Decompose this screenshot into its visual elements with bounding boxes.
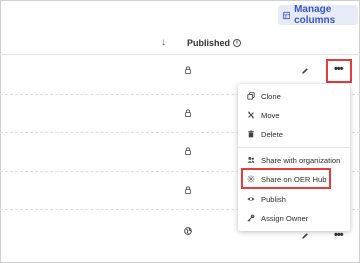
menu-item-publish[interactable]: Publish	[238, 191, 350, 207]
manage-columns-label: Manage columns	[294, 4, 336, 26]
sort-down-icon[interactable]: ↓	[161, 37, 166, 48]
menu-item-label: Clone	[261, 91, 281, 101]
menu-item-delete[interactable]: Delete	[238, 126, 350, 142]
menu-item-move[interactable]: Move	[238, 107, 350, 123]
globe-icon	[184, 227, 192, 235]
move-icon	[246, 111, 255, 120]
edit-pencil-icon[interactable]	[301, 67, 309, 75]
menu-item-label: Share with organization	[261, 155, 341, 165]
table-header: ↓ Published i	[0, 33, 360, 55]
menu-item-clone[interactable]: Clone	[238, 88, 350, 104]
columns-icon	[283, 11, 291, 19]
published-header-label: Published	[187, 38, 231, 48]
edit-pencil-icon[interactable]	[301, 232, 309, 240]
info-icon[interactable]: i	[233, 39, 242, 47]
menu-item-label: Assign Owner	[261, 213, 309, 223]
menu-divider	[238, 147, 350, 148]
key-icon	[246, 214, 255, 223]
lock-icon	[185, 186, 191, 194]
eye-icon	[246, 195, 255, 204]
trash-icon	[246, 130, 255, 139]
clone-icon	[246, 92, 255, 101]
people-icon	[246, 156, 255, 165]
menu-item-assign-owner[interactable]: Assign Owner	[238, 210, 350, 226]
lock-icon	[185, 109, 191, 117]
menu-item-share-organization[interactable]: Share with organization	[238, 152, 350, 168]
menu-item-label: Move	[261, 110, 280, 120]
menu-item-label: Delete	[261, 129, 283, 139]
lock-icon	[185, 147, 191, 155]
manage-columns-button[interactable]: Manage columns	[278, 4, 358, 26]
row-actions-menu: Clone Move Delete Share with organizatio…	[238, 84, 350, 231]
published-column-header[interactable]: Published i	[187, 38, 242, 48]
menu-item-label: Publish	[261, 194, 286, 204]
share-oer-hub-highlight	[241, 168, 331, 189]
lock-icon	[185, 66, 191, 74]
more-options-highlight	[326, 59, 352, 83]
